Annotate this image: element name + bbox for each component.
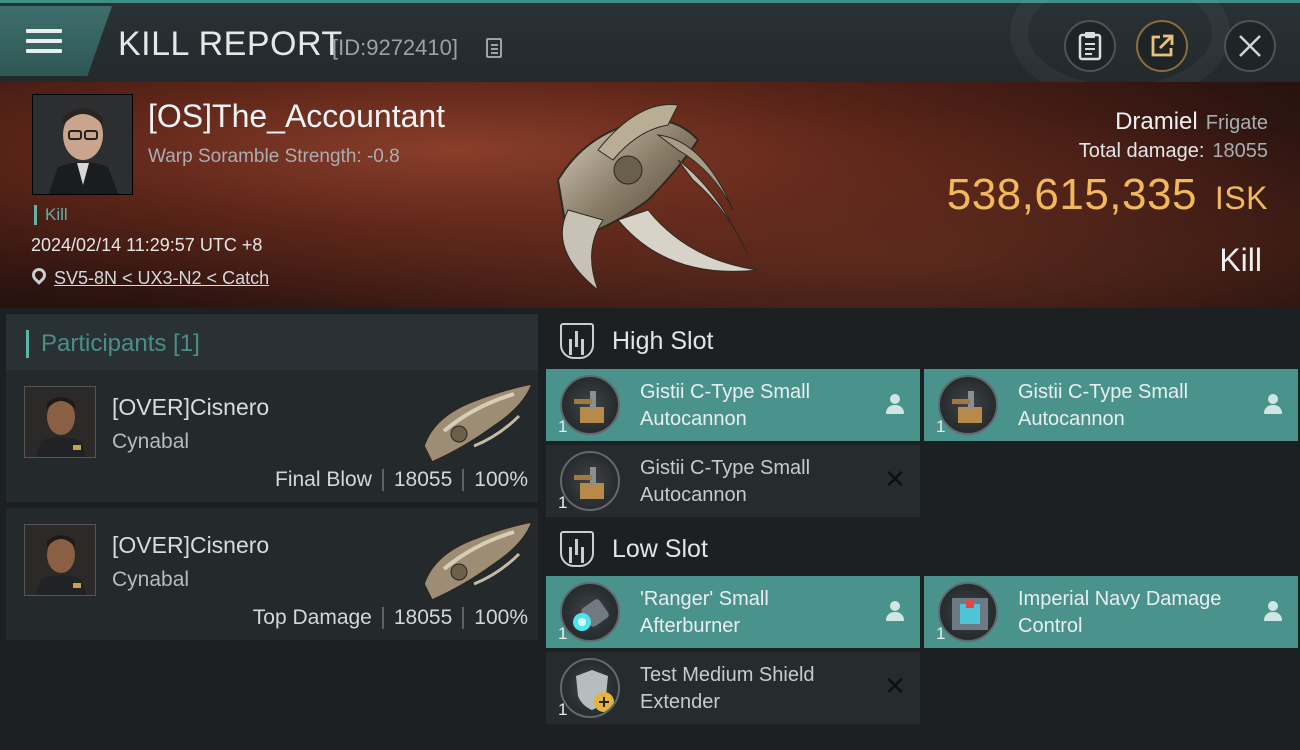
participant-portrait bbox=[24, 386, 96, 458]
autocannon-icon bbox=[560, 451, 620, 511]
module-quantity: 1 bbox=[936, 624, 946, 643]
dropped-pilot-icon bbox=[884, 600, 906, 622]
autocannon-icon bbox=[560, 375, 620, 435]
victim-name[interactable]: [OS]The_Accountant bbox=[148, 98, 445, 135]
location-link[interactable]: SV5-8N < UX3-N2 < Catch bbox=[54, 268, 269, 289]
clipboard-icon bbox=[1078, 32, 1102, 61]
damage-control-icon bbox=[938, 582, 998, 642]
autocannon-icon bbox=[938, 375, 998, 435]
participant-role: Top Damage bbox=[252, 606, 372, 629]
module-quantity: 1 bbox=[558, 417, 568, 436]
kill-result: Kill bbox=[1219, 242, 1262, 278]
top-bar: KILL REPORT [ID:9272410] bbox=[0, 0, 1300, 103]
victim-portrait bbox=[32, 94, 133, 195]
module-name: Gistii C-Type Small Autocannon bbox=[640, 381, 811, 430]
participants-panel: Participants [1] [OVER]Cisnero Cynabal F… bbox=[0, 308, 542, 750]
fittings-panel: High Slot 1 Gistii C-Type Small Autocann… bbox=[542, 308, 1300, 750]
dropped-pilot-icon bbox=[884, 393, 906, 415]
isk-unit: ISK bbox=[1214, 180, 1268, 216]
victim-ship-image bbox=[556, 104, 759, 292]
divider bbox=[462, 607, 465, 629]
participant-damage: 18055 bbox=[393, 468, 453, 491]
module-item[interactable]: 1 Gistii C-Type Small Autocannon ✕ bbox=[546, 445, 920, 517]
participant-row[interactable]: [OVER]Cisnero Cynabal Top Damage 18055 1… bbox=[6, 508, 538, 640]
close-icon bbox=[1239, 35, 1261, 57]
divider bbox=[462, 469, 465, 491]
participant-ship-image bbox=[423, 383, 534, 463]
close-button[interactable] bbox=[1224, 20, 1276, 72]
high-slot-icon bbox=[560, 323, 594, 359]
low-slot-header: Low Slot bbox=[560, 526, 708, 572]
module-item[interactable]: 1 Test Medium Shield Extender ✕ bbox=[546, 652, 920, 724]
dropped-pilot-icon bbox=[1262, 600, 1284, 622]
warp-scramble-strength: Warp Soramble Strength: -0.8 bbox=[148, 146, 400, 167]
copy-icon[interactable] bbox=[486, 38, 502, 58]
victim-banner: [OS]The_Accountant Warp Soramble Strengt… bbox=[0, 82, 1300, 308]
participant-ship-image bbox=[423, 521, 534, 601]
shield-extender-icon bbox=[560, 658, 620, 718]
participant-ship: Cynabal bbox=[112, 568, 190, 591]
kill-timestamp: 2024/02/14 11:29:57 UTC +8 bbox=[31, 235, 263, 255]
module-item[interactable]: 1 'Ranger' Small Afterburner bbox=[546, 576, 920, 648]
module-item[interactable]: 1 Gistii C-Type Small Autocannon bbox=[546, 369, 920, 441]
kill-tag: Kill bbox=[34, 205, 68, 225]
low-slot-label: Low Slot bbox=[612, 534, 708, 563]
destroyed-x-icon: ✕ bbox=[884, 672, 906, 702]
clipboard-button[interactable] bbox=[1064, 20, 1116, 72]
module-name: Imperial Navy Damage Control bbox=[1018, 588, 1222, 637]
total-damage-label: Total damage: bbox=[1078, 140, 1205, 162]
participant-portrait bbox=[24, 524, 96, 596]
victim-ship-type: Dramiel Frigate bbox=[1115, 108, 1268, 136]
participant-percent: 100% bbox=[474, 468, 528, 491]
share-button[interactable] bbox=[1136, 20, 1188, 72]
participant-role: Final Blow bbox=[275, 468, 372, 491]
participants-label: Participants [1] bbox=[26, 330, 200, 358]
divider bbox=[381, 607, 384, 629]
module-item[interactable]: 1 Gistii C-Type Small Autocannon bbox=[924, 369, 1298, 441]
divider bbox=[381, 469, 384, 491]
participant-name: [OVER]Cisnero bbox=[112, 532, 270, 558]
participant-name: [OVER]Cisnero bbox=[112, 394, 270, 420]
afterburner-icon bbox=[560, 582, 620, 642]
victim-ship-name: Dramiel bbox=[1115, 108, 1198, 135]
victim-ship-class: Frigate bbox=[1205, 112, 1268, 134]
module-item[interactable]: 1 Imperial Navy Damage Control bbox=[924, 576, 1298, 648]
total-damage: Total damage: 18055 bbox=[1079, 140, 1268, 163]
menu-button[interactable] bbox=[0, 6, 112, 76]
destroyed-x-icon: ✕ bbox=[884, 465, 906, 495]
participant-percent: 100% bbox=[474, 606, 528, 629]
module-quantity: 1 bbox=[558, 700, 568, 719]
menu-icon bbox=[26, 23, 62, 59]
participants-header[interactable]: Participants [1] bbox=[6, 314, 538, 372]
module-name: Gistii C-Type Small Autocannon bbox=[1018, 381, 1189, 430]
report-id: [ID:9272410] bbox=[332, 35, 458, 60]
participant-stats: Final Blow 18055 100% bbox=[275, 468, 528, 492]
high-slot-header: High Slot bbox=[560, 318, 713, 364]
participant-row[interactable]: [OVER]Cisnero Cynabal Final Blow 18055 1… bbox=[6, 370, 538, 502]
share-icon bbox=[1151, 34, 1174, 57]
high-slot-label: High Slot bbox=[612, 326, 714, 355]
location-pin-icon bbox=[29, 265, 49, 285]
module-quantity: 1 bbox=[936, 417, 946, 436]
isk-amount: 538,615,335 bbox=[946, 170, 1197, 219]
total-damage-value: 18055 bbox=[1212, 140, 1268, 162]
low-slot-icon bbox=[560, 531, 594, 567]
module-quantity: 1 bbox=[558, 493, 568, 512]
module-name: Gistii C-Type Small Autocannon bbox=[640, 457, 811, 506]
module-quantity: 1 bbox=[558, 624, 568, 643]
module-name: 'Ranger' Small Afterburner bbox=[640, 588, 769, 637]
page-title: KILL REPORT bbox=[118, 25, 343, 63]
module-name: Test Medium Shield Extender bbox=[640, 664, 815, 713]
dropped-pilot-icon bbox=[1262, 393, 1284, 415]
participant-damage: 18055 bbox=[393, 606, 453, 629]
participant-stats: Top Damage 18055 100% bbox=[253, 606, 528, 630]
participant-ship: Cynabal bbox=[112, 430, 190, 453]
isk-value: 538,615,335 ISK bbox=[947, 170, 1268, 220]
